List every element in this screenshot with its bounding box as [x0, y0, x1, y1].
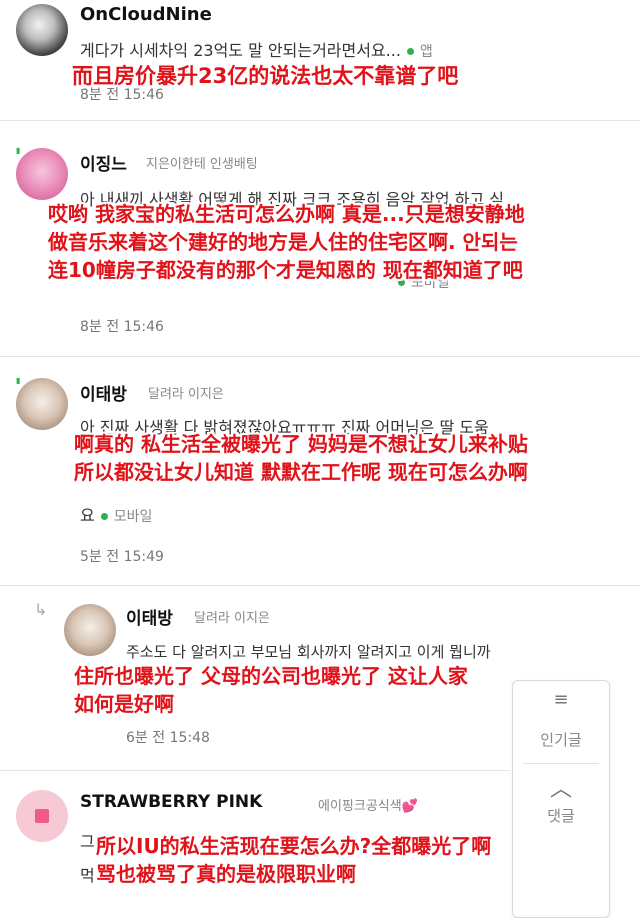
scroll-up-icon[interactable]: ︿: [513, 771, 609, 803]
translation-overlay: 而且房价暴升23亿的说法也太不靠谱了吧: [72, 62, 458, 90]
translation-overlay: 啊真的 私生活全被曝光了 妈妈是不想让女儿来补贴 所以都没让女儿知道 默默在工作…: [74, 430, 528, 486]
overlay-line: 骂也被骂了真的是极限职业啊: [96, 862, 356, 886]
level-badge-icon: ▮: [16, 146, 21, 155]
avatar[interactable]: [16, 4, 68, 56]
overlay-line: 连10幢房子都没有的那个才是知恩的 现在都知道了吧: [48, 258, 523, 282]
overlay-line: 住所也曝光了 父母的公司也曝光了 这让人家: [74, 664, 468, 688]
reply-arrow-icon: ↳: [34, 600, 48, 619]
online-dot-icon: [100, 512, 108, 520]
overlay-line: 啊真的 私生活全被曝光了 妈妈是不想让女儿来补贴: [74, 432, 528, 456]
avatar[interactable]: [64, 604, 116, 656]
popular-posts-button[interactable]: 인기글: [513, 729, 609, 750]
user-subtitle: 달려라 이지은: [194, 611, 270, 626]
overlay-line: 所以都没让女儿知道 默默在工作呢 现在可怎么办啊: [74, 460, 528, 484]
user-subtitle: 달려라 이지은: [148, 387, 224, 402]
avatar-mark-icon: [35, 809, 49, 823]
overlay-line: 如何是好啊: [74, 692, 174, 716]
online-dot-icon: [406, 47, 414, 55]
comment-body: 주소도 다 알려지고 부모님 회사까지 알려지고 이게 뭡니까: [126, 643, 491, 661]
username[interactable]: 이태방: [126, 604, 173, 629]
divider: [0, 770, 510, 771]
user-subtitle: 에이핑크공식색💕: [318, 799, 418, 814]
timestamp: 6분 전 15:48: [126, 730, 210, 746]
user-subtitle: 지은이한테 인생배팅: [146, 157, 258, 172]
comment-body: 게다가 시세차익 23억도 말 안되는거라면서요...: [80, 41, 401, 60]
via-label: 앱: [419, 44, 433, 60]
timestamp: 5분 전 15:49: [80, 549, 164, 565]
overlay-line: 哎哟 我家宝的私生活可怎么办啊 真是...只是想安静地: [48, 202, 525, 226]
comment-text: 요 모바일: [80, 502, 152, 526]
timestamp: 8분 전 15:46: [80, 319, 164, 335]
username[interactable]: 이태방: [80, 380, 127, 405]
username[interactable]: STRAWBERRY PINK: [80, 792, 262, 812]
comment-body: 그: [80, 832, 95, 851]
comments-button[interactable]: 댓글: [513, 805, 609, 826]
floating-nav-panel: ≡ 인기글 ︿ 댓글: [512, 680, 610, 918]
avatar[interactable]: [16, 790, 68, 842]
username[interactable]: OnCloudNine: [80, 4, 212, 25]
translation-overlay: 哎哟 我家宝的私生活可怎么办啊 真是...只是想安静地 做音乐来着这个建好的地方…: [48, 200, 525, 284]
username[interactable]: 이징느: [80, 150, 127, 175]
via-label: 모바일: [113, 509, 153, 525]
divider: [0, 120, 640, 121]
translation-overlay: 住所也曝光了 父母的公司也曝光了 这让人家 如何是好啊: [74, 662, 468, 718]
translation-overlay: 所以IU的私生活现在要怎么办?全都曝光了啊 骂也被骂了真的是极限职业啊: [96, 832, 491, 888]
comment-body: 먹: [80, 866, 95, 885]
divider: [0, 585, 640, 586]
level-badge-icon: ▮: [16, 376, 21, 385]
overlay-line: 所以IU的私生活现在要怎么办?全都曝光了啊: [96, 834, 492, 858]
overlay-line: 而且房价暴升23亿的说法也太不靠谱了吧: [72, 64, 459, 88]
panel-divider: [523, 763, 599, 764]
overlay-line: 做音乐来着这个建好的地方是人住的住宅区啊. 안되는: [48, 230, 518, 254]
divider: [0, 356, 640, 357]
avatar[interactable]: [16, 378, 68, 430]
menu-icon[interactable]: ≡: [513, 689, 609, 710]
avatar[interactable]: [16, 148, 68, 200]
comment-body-end: 요: [80, 506, 95, 525]
comment-text: 게다가 시세차익 23억도 말 안되는거라면서요... 앱: [80, 37, 433, 61]
